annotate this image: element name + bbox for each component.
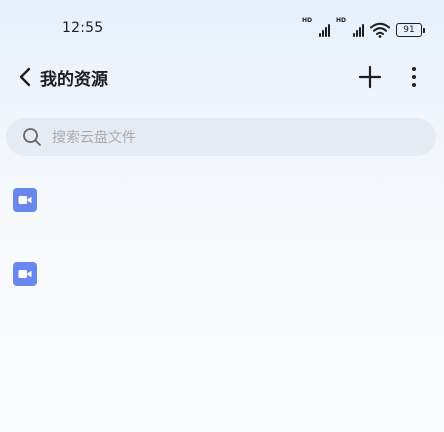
search-icon bbox=[23, 128, 41, 146]
status-time: 12:55 bbox=[62, 20, 104, 36]
wifi-icon bbox=[370, 22, 390, 38]
nav-bar: 我的资源 bbox=[0, 56, 444, 100]
status-bar: 12:55 HD HD 91 bbox=[0, 0, 444, 60]
chevron-left-icon bbox=[19, 67, 31, 87]
search-input[interactable]: 搜索云盘文件 bbox=[6, 118, 436, 156]
list-item[interactable] bbox=[0, 242, 444, 316]
signal-icon bbox=[318, 23, 330, 37]
battery-icon: 91 bbox=[396, 23, 425, 37]
search-placeholder: 搜索云盘文件 bbox=[52, 130, 136, 146]
status-icons: HD HD 91 bbox=[301, 17, 425, 42]
plus-icon bbox=[358, 65, 382, 89]
page-title: 我的资源 bbox=[40, 70, 108, 90]
back-button[interactable] bbox=[14, 66, 36, 88]
add-button[interactable] bbox=[357, 64, 383, 90]
more-button[interactable] bbox=[404, 64, 424, 90]
video-file-icon bbox=[13, 262, 37, 286]
file-list bbox=[0, 168, 444, 316]
network-type-label: HD bbox=[301, 17, 312, 24]
more-vertical-icon bbox=[412, 67, 416, 71]
video-file-icon bbox=[13, 188, 37, 212]
signal-icon bbox=[353, 23, 364, 37]
network-type-label: HD bbox=[335, 17, 346, 24]
list-item[interactable] bbox=[0, 168, 444, 242]
